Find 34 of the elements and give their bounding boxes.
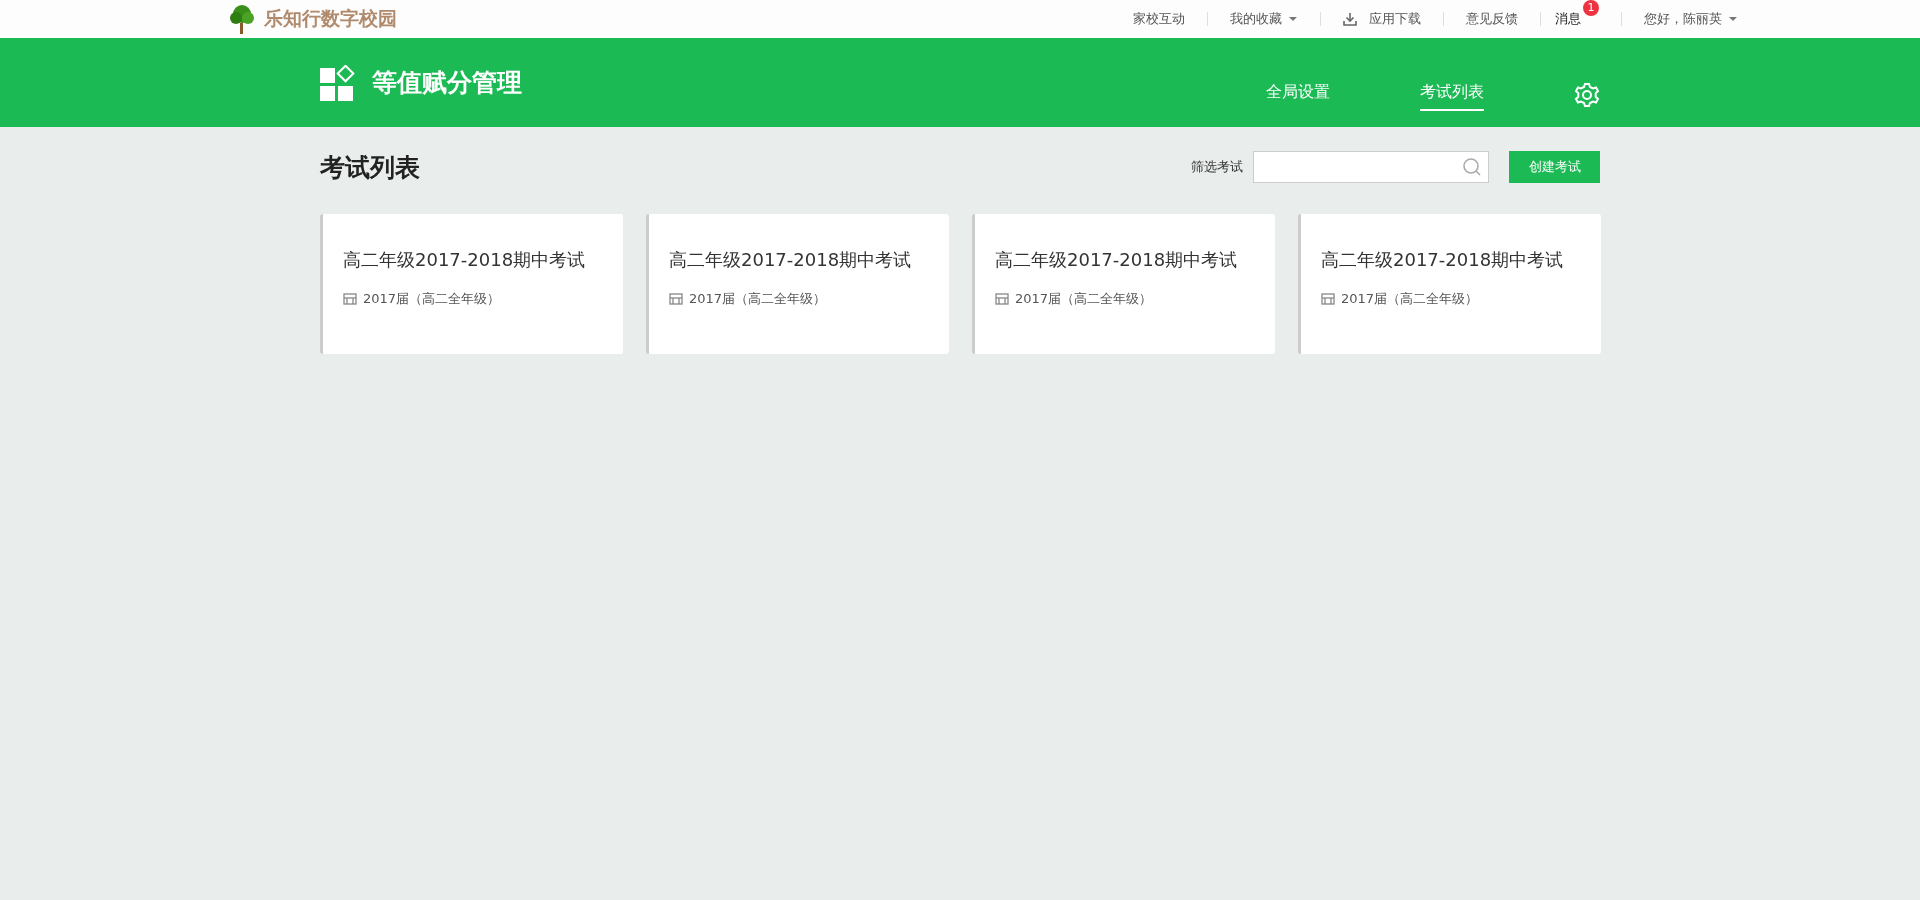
search-field[interactable] <box>1253 151 1489 183</box>
grid-icon <box>320 64 356 101</box>
top-link[interactable]: 家校互动 <box>1111 12 1207 26</box>
settings-icon[interactable] <box>1574 81 1600 108</box>
tray-icon <box>995 293 1009 305</box>
search-icon[interactable] <box>1462 157 1482 177</box>
top-link[interactable]: 消息 <box>1555 12 1583 26</box>
top-link[interactable]: 我的收藏 <box>1207 12 1320 26</box>
top-link[interactable]: 应用下载 <box>1320 12 1443 26</box>
download-icon <box>1343 12 1357 26</box>
cohort-text: 2017届（高二全年级） <box>363 290 501 308</box>
cohort-text: 2017届（高二全年级） <box>689 290 827 308</box>
exam-card[interactable]: 高二年级2017-2018期中考试 2017届（高二全年级） <box>972 214 1275 354</box>
top-link[interactable]: 意见反馈 <box>1443 12 1540 26</box>
caret-icon <box>1728 16 1738 22</box>
exam-card[interactable]: 高二年级2017-2018期中考试 2017届（高二全年级） <box>1298 214 1601 354</box>
caret-icon <box>1288 16 1298 22</box>
exam-title: 高二年级2017-2018期中考试 <box>669 248 913 272</box>
exam-title: 高二年级2017-2018期中考试 <box>343 248 587 272</box>
top-link[interactable]: 您好，陈丽英 <box>1621 12 1760 26</box>
filter-label: 筛选考试 <box>1191 158 1243 176</box>
exam-title: 高二年级2017-2018期中考试 <box>1321 248 1565 272</box>
exam-title: 高二年级2017-2018期中考试 <box>995 248 1239 272</box>
page-title: 考试列表 <box>320 151 421 184</box>
app-title: 等值赋分管理 <box>372 67 522 99</box>
tray-icon <box>669 293 683 305</box>
exam-card[interactable]: 高二年级2017-2018期中考试 2017届（高二全年级） <box>320 214 623 354</box>
tray-icon <box>1321 293 1335 305</box>
exam-card[interactable]: 高二年级2017-2018期中考试 2017届（高二全年级） <box>646 214 949 354</box>
tray-icon <box>343 293 357 305</box>
tree-icon <box>228 4 256 34</box>
cohort-text: 2017届（高二全年级） <box>1341 290 1479 308</box>
cohort-text: 2017届（高二全年级） <box>1015 290 1153 308</box>
notification-badge: 1 <box>1583 0 1599 16</box>
